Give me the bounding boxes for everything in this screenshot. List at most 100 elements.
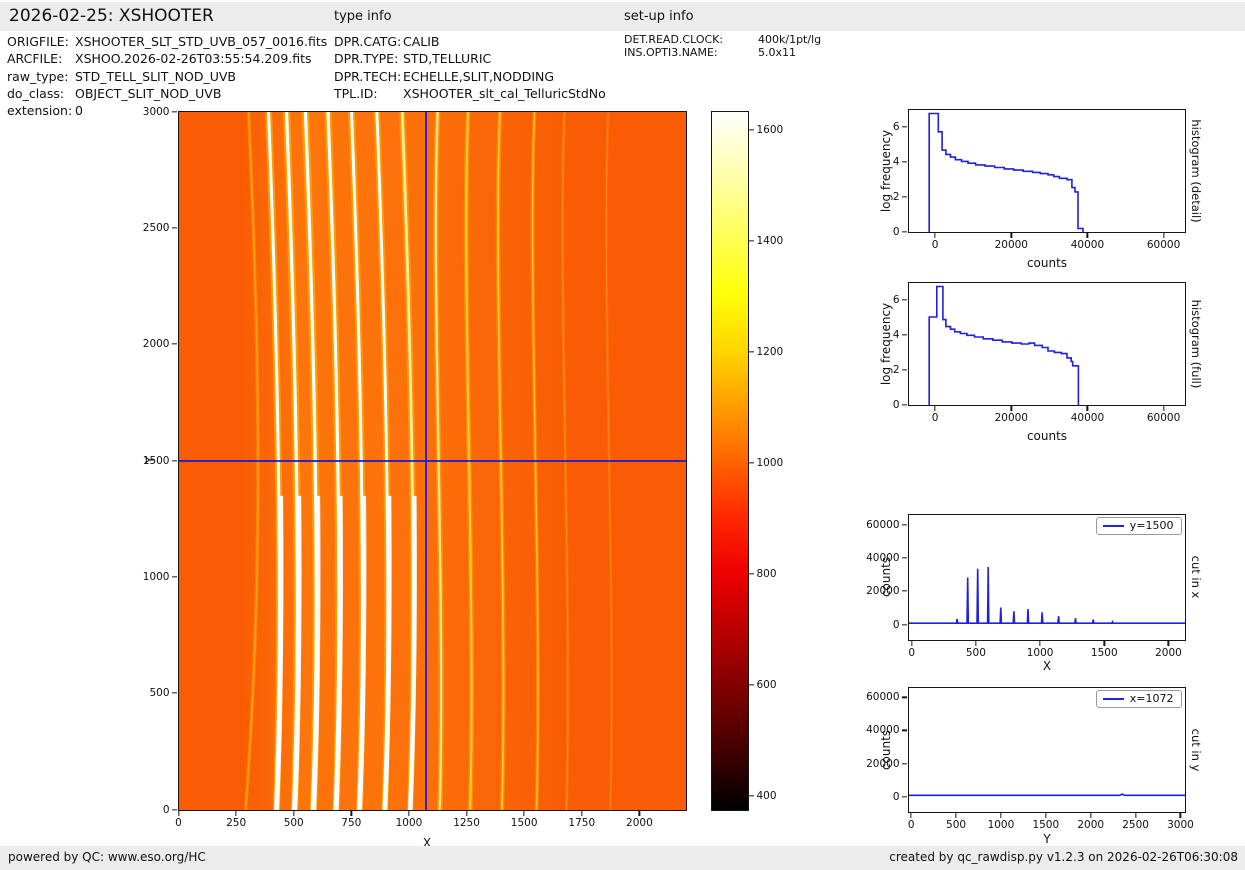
x-tick-mark (1162, 406, 1165, 411)
colorbar-tick-label: 1200 (756, 345, 784, 358)
x-tick-mark (350, 811, 352, 816)
footer-created-by: created by qc_rawdisp.py v1.2.3 on 2026-… (889, 850, 1238, 864)
hist-detail-xlabel: counts (1026, 256, 1068, 270)
y-tick-label: 2 (892, 363, 900, 376)
meta-label: DPR.TECH: (334, 68, 402, 84)
x-tick-label: 60000 (1146, 238, 1181, 251)
x-tick-mark (1134, 813, 1137, 818)
cut_x-series-line (908, 566, 1185, 624)
raw-frame-canvas (178, 111, 686, 810)
cut-in-y-plot: x=1072 0 500 1000 1500 2000 2500 3000 0 20000 400… (866, 686, 1194, 831)
y-tick-mark (902, 523, 907, 526)
x-tick-label: 0 (907, 818, 915, 831)
x-tick-mark (1010, 406, 1012, 411)
meta-label: TPL.ID: (334, 85, 378, 101)
meta-value: 5.0x11 (758, 45, 797, 59)
colorbar-tick-label: 800 (756, 568, 777, 581)
x-tick-label: 20000 (994, 411, 1028, 424)
hist_detail-series-line (927, 112, 1084, 232)
x-tick-mark (293, 811, 295, 816)
x-tick-label: 500 (965, 646, 986, 659)
meta-row: INS.OPTI3.NAME: 5.0x11 (624, 45, 821, 60)
colorbar: 400 600 800 1000 1200 1400 1600 (710, 110, 783, 811)
x-tick-label: 1000 (395, 816, 423, 829)
meta-label: ORIGFILE: (7, 34, 69, 49)
colorbar-tick-mark (749, 240, 754, 242)
y-tick-label: 2 (892, 190, 900, 203)
hist_full-canvas (927, 285, 1079, 405)
y-tick-label: 6 (892, 120, 900, 133)
meta-value: ECHELLE,SLIT,NODDING (403, 68, 555, 84)
x-tick-mark (465, 811, 468, 816)
cut-y-side-label: cut in y (1189, 728, 1203, 772)
footer-powered-by: powered by QC: www.eso.org/HC (8, 850, 206, 864)
cut-y-xlabel: Y (1043, 832, 1051, 846)
colorbar-tick-label: 1600 (756, 123, 784, 136)
y-tick-label: 0 (892, 790, 900, 803)
x-tick-label: 1000 (1026, 646, 1054, 659)
meta-value: CALIB (403, 34, 440, 49)
meta-value: XSHOOTER_slt_cal_TelluricStdNo (403, 85, 606, 101)
x-tick-mark (1167, 641, 1170, 646)
y-tick-mark (902, 795, 907, 798)
y-tick-mark (172, 110, 177, 113)
x-tick-mark (1086, 406, 1089, 411)
raw-frame-image-plot: 0 250 500 750 1000 1250 1500 1750 2000 0 500 1000 15… (143, 106, 687, 829)
meta-row: raw_type: STD_TELL_SLIT_NOD_UVB (7, 68, 327, 85)
x-tick-label: 40000 (1070, 411, 1105, 424)
meta-value: XSHOOTER_SLT_STD_UVB_057_0016.fits (75, 34, 328, 49)
page-title: 2026-02-25: XSHOOTER (9, 6, 214, 26)
x-tick-mark (1045, 813, 1047, 818)
y-tick-label: 60000 (866, 518, 900, 531)
x-tick-label: 750 (341, 816, 362, 829)
meta-label: do_class: (7, 85, 65, 101)
colorbar-tick-label: 1000 (756, 456, 784, 469)
x-tick-label: 500 (946, 818, 967, 831)
y-tick-mark (902, 403, 907, 406)
meta-value: 400k/1pt/lg (758, 33, 822, 46)
colorbar-tick-label: 1400 (756, 234, 784, 247)
x-tick-mark (1103, 641, 1105, 646)
cut-in-x-plot: y=1500 0 500 1000 1500 2000 0 20000 40000 60000 (866, 513, 1186, 659)
y-tick-mark (172, 576, 177, 578)
x-tick-mark (177, 811, 180, 816)
x-tick-label: 500 (283, 816, 304, 829)
colorbar-tick-mark (749, 462, 754, 464)
y-tick-label: 0 (892, 398, 900, 411)
y-tick-mark (902, 557, 907, 559)
x-tick-label: 2000 (626, 816, 653, 829)
type-info-block: DPR.CATG: CALIB DPR.TYPE: STD,TELLURIC DPR… (334, 33, 606, 102)
section-title-type-info: type info (334, 9, 392, 24)
setup-info-block: DET.READ.CLOCK: 400k/1pt/lg INS.OPTI3.NAM… (624, 33, 822, 60)
colorbar-tick-label: 400 (756, 790, 777, 803)
y-tick-label: 2000 (142, 338, 170, 351)
legend-line-sample (1102, 697, 1124, 700)
meta-row: DPR.TECH: ECHELLE,SLIT,NODDING (334, 68, 606, 85)
colorbar-tick-label: 600 (756, 679, 777, 692)
x-tick-mark (975, 641, 977, 646)
meta-row: TPL.ID: XSHOOTER_slt_cal_TelluricStdNo (334, 85, 606, 102)
y-tick-mark (172, 692, 177, 694)
y-tick-mark (172, 227, 177, 229)
x-tick-mark (1086, 233, 1089, 238)
meta-label: DPR.CATG: (334, 34, 402, 49)
y-tick-label: 0 (892, 225, 900, 238)
legend-line-sample (1102, 524, 1124, 527)
hist-detail-side-label: histogram (detail) (1189, 119, 1203, 223)
histogram-full-plot: 0 20000 40000 60000 0 2 4 6 (893, 281, 1186, 424)
section-title-setup-info: set-up info (624, 9, 694, 24)
x-tick-label: 1500 (1090, 646, 1118, 659)
y-tick-mark (902, 299, 907, 301)
meta-label: raw_type: (7, 68, 69, 84)
meta-value: OBJECT_SLIT_NOD_UVB (75, 85, 222, 101)
y-tick-label: 4 (892, 155, 900, 168)
y-tick-mark (902, 126, 907, 128)
colorbar-tick-mark (749, 129, 754, 131)
x-tick-label: 2500 (1122, 818, 1149, 831)
x-tick-mark (934, 233, 936, 238)
meta-label: ARCFILE: (7, 51, 63, 67)
x-tick-mark (1000, 813, 1002, 818)
x-tick-label: 0 (931, 238, 939, 251)
x-tick-mark (581, 811, 583, 816)
colorbar-tick-mark (749, 351, 754, 353)
